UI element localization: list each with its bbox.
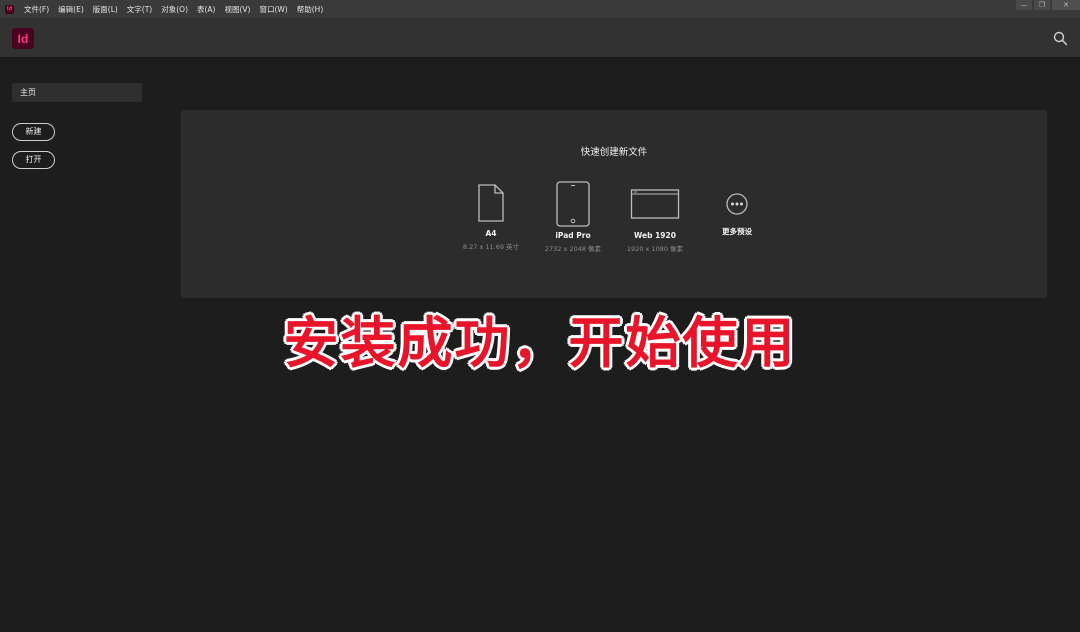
preset-size: 1920 x 1080 像素 [610,243,700,253]
open-button[interactable]: 打开 [12,151,55,169]
app-mini-icon: Id [5,5,14,14]
new-button[interactable]: 新建 [12,123,55,141]
menu-bar: Id 文件(F) 编辑(E) 版面(L) 文字(T) 对象(O) 表(A) 视图… [0,0,1080,18]
preset-a4[interactable]: A4 8.27 x 11.69 英寸 [446,181,536,251]
preset-size: 8.27 x 11.69 英寸 [446,241,536,251]
preset-more[interactable]: 更多预设 [692,192,782,237]
preset-web-1920[interactable]: Web 1920 1920 x 1080 像素 [610,188,700,253]
quick-create-title: 快速创建新文件 [181,144,1047,158]
menu-view[interactable]: 视图(V) [224,4,250,15]
preset-name: iPad Pro [528,231,618,240]
window-controls: — ❐ ✕ [1014,0,1080,10]
indesign-logo: Id [12,28,34,49]
search-icon[interactable] [1053,31,1068,46]
preset-name: 更多预设 [692,226,782,237]
preset-size: 2732 x 2048 像素 [528,243,618,253]
menu-type[interactable]: 文字(T) [127,4,152,15]
browser-window-icon [630,188,680,220]
preset-name: Web 1920 [610,231,700,240]
document-icon [476,181,506,223]
more-icon [725,192,749,216]
preset-name: A4 [446,229,536,238]
restore-button[interactable]: ❐ [1034,0,1050,10]
menu-object[interactable]: 对象(O) [161,4,188,15]
sidebar-item-home[interactable]: 主页 [12,83,142,102]
preset-ipad-pro[interactable]: iPad Pro 2732 x 2048 像素 [528,180,618,253]
menu-edit[interactable]: 编辑(E) [58,4,84,15]
menu-file[interactable]: 文件(F) [24,4,49,15]
minimize-button[interactable]: — [1016,0,1032,10]
menu-window[interactable]: 窗口(W) [259,4,287,15]
menu-layout[interactable]: 版面(L) [93,4,118,15]
close-button[interactable]: ✕ [1052,0,1080,10]
overlay-caption: 安装成功，开始使用 [0,298,1080,378]
app-header: Id [0,18,1080,58]
menu-help[interactable]: 帮助(H) [297,4,324,15]
quick-create-panel: 快速创建新文件 A4 8.27 x 11.69 英寸 iPad Pro 2732… [181,110,1047,298]
menu-table[interactable]: 表(A) [197,4,215,15]
tablet-icon [555,180,591,228]
